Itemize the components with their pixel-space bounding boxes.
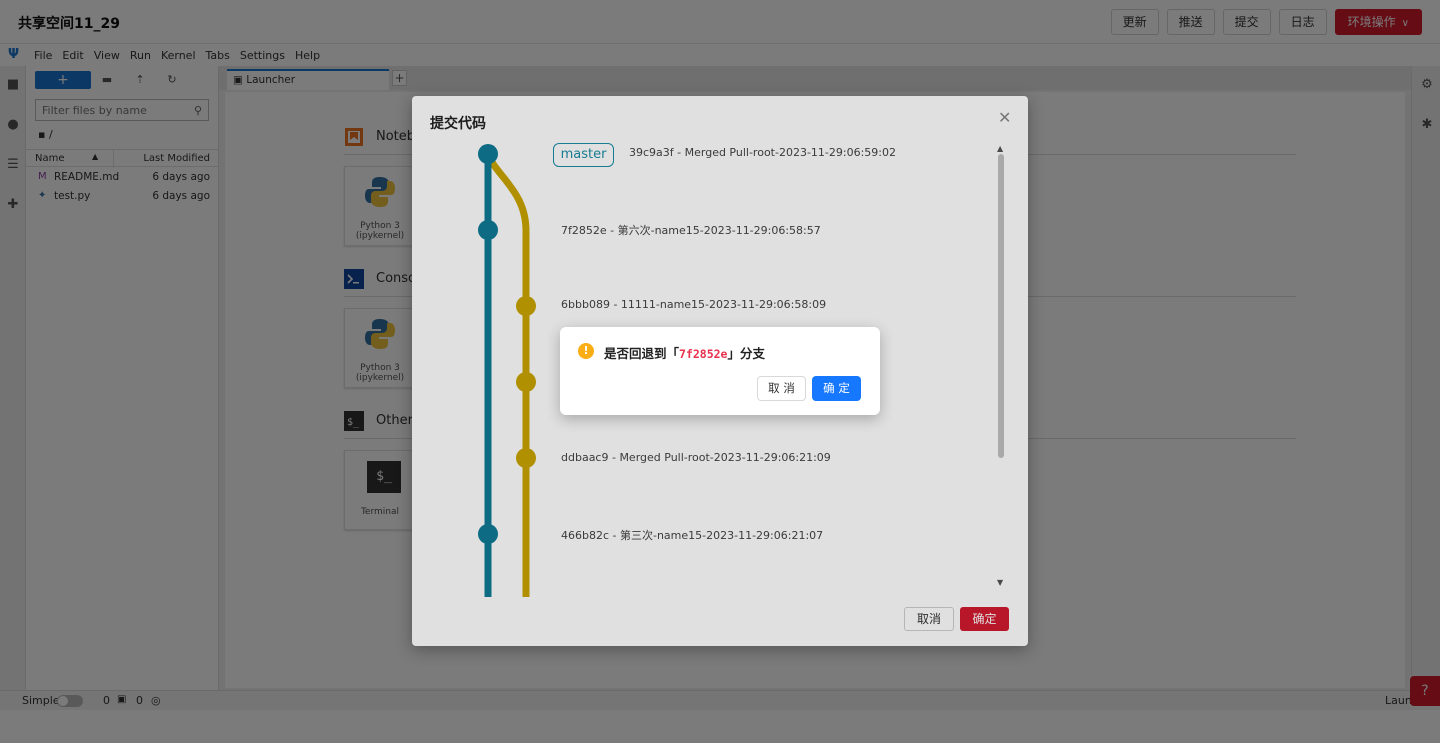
confirm-cancel-button[interactable]: 取 消 xyxy=(757,376,806,401)
confirm-suffix: 」分支 xyxy=(727,346,765,361)
confirm-prefix: 是否回退到「 xyxy=(604,346,680,361)
commit-hash: 7f2852e xyxy=(679,347,728,361)
confirm-ok-button[interactable]: 确 定 xyxy=(812,376,861,401)
exclamation-icon: ! xyxy=(578,343,594,359)
rollback-confirm-modal: ! 是否回退到「7f2852e」分支 取 消 确 定 xyxy=(560,327,880,415)
confirm-message: 是否回退到「7f2852e」分支 xyxy=(604,343,765,362)
